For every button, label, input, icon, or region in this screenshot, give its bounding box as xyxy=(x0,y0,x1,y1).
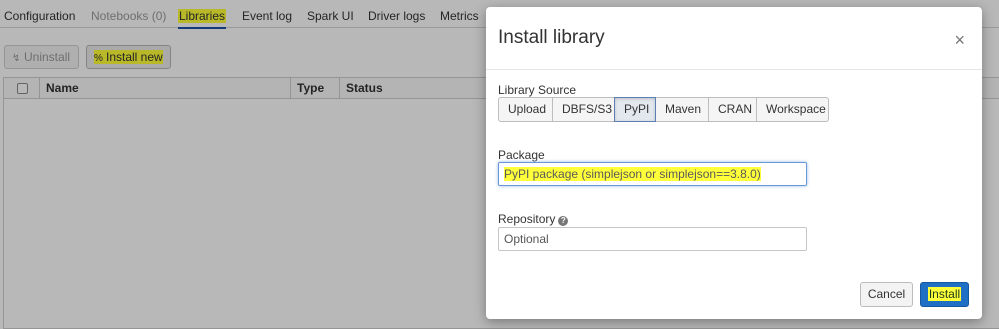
repository-placeholder: Optional xyxy=(504,232,549,246)
package-label: Package xyxy=(498,148,545,162)
package-placeholder: PyPI package (simplejson or simplejson==… xyxy=(504,167,761,181)
source-pypi[interactable]: PyPI xyxy=(614,97,656,122)
install-button[interactable]: Install xyxy=(920,282,969,307)
source-maven[interactable]: Maven xyxy=(655,97,709,122)
source-dbfs-s3[interactable]: DBFS/S3 xyxy=(552,97,615,122)
cancel-button[interactable]: Cancel xyxy=(860,282,913,307)
package-input[interactable]: PyPI package (simplejson or simplejson==… xyxy=(498,162,807,186)
source-workspace[interactable]: Workspace xyxy=(756,97,829,122)
close-icon[interactable]: × xyxy=(954,31,965,49)
dialog-header: Install library × xyxy=(486,7,982,70)
install-button-label: Install xyxy=(927,287,962,301)
library-source-selector: Upload DBFS/S3 PyPI Maven CRAN Workspace xyxy=(498,97,829,122)
repository-input[interactable]: Optional xyxy=(498,227,807,251)
install-library-dialog: Install library × Library Source Upload … xyxy=(486,7,982,319)
help-icon[interactable]: ? xyxy=(558,216,569,226)
source-upload[interactable]: Upload xyxy=(498,97,553,122)
repository-label: Repository? xyxy=(498,212,569,226)
source-cran[interactable]: CRAN xyxy=(708,97,757,122)
library-source-label: Library Source xyxy=(498,83,577,97)
dialog-title: Install library xyxy=(498,27,605,48)
